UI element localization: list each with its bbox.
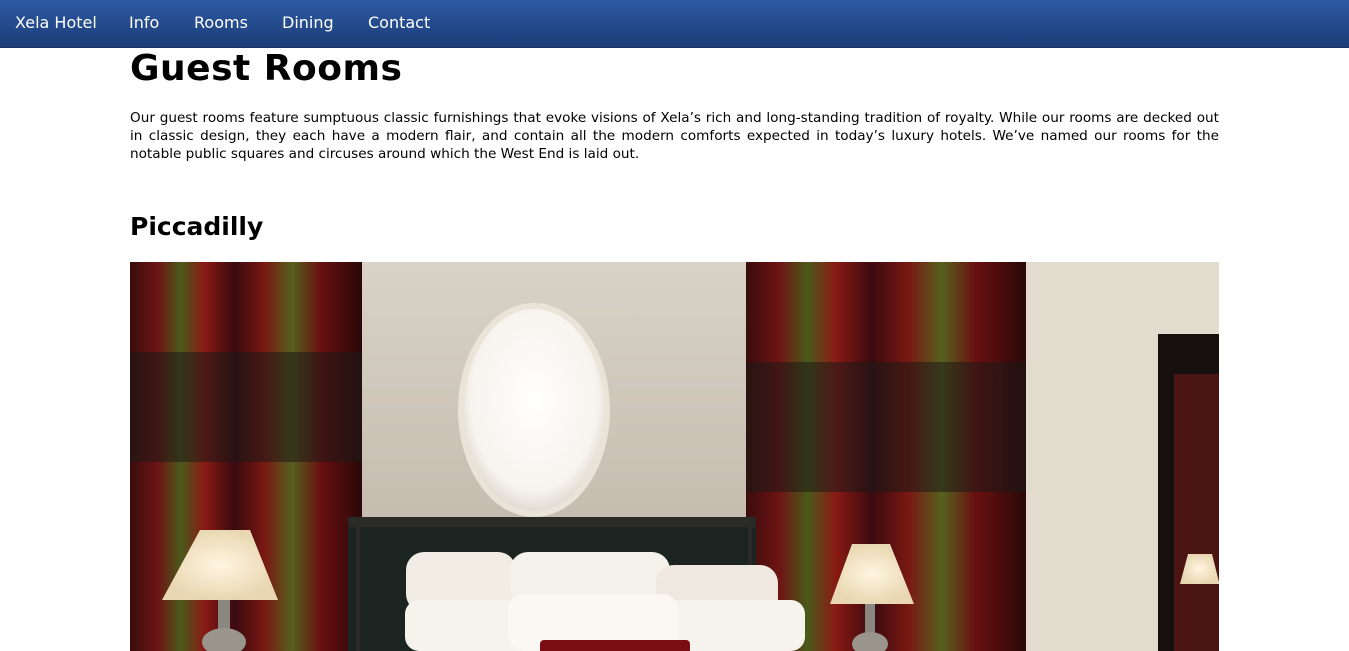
room-title-piccadilly: Piccadilly xyxy=(130,212,264,241)
intro-paragraph: Our guest rooms feature sumptuous classi… xyxy=(130,110,1219,162)
nav-dining-link[interactable]: Dining xyxy=(282,13,334,33)
nav-contact-link[interactable]: Contact xyxy=(368,13,430,33)
nav-rooms-link[interactable]: Rooms xyxy=(194,13,248,33)
top-navbar: Xela Hotel Info Rooms Dining Contact xyxy=(0,0,1349,48)
page-title: Guest Rooms xyxy=(130,48,403,89)
hotel-room-photo xyxy=(130,262,1219,651)
brand-link[interactable]: Xela Hotel xyxy=(15,13,97,33)
nav-info-link[interactable]: Info xyxy=(129,13,159,33)
